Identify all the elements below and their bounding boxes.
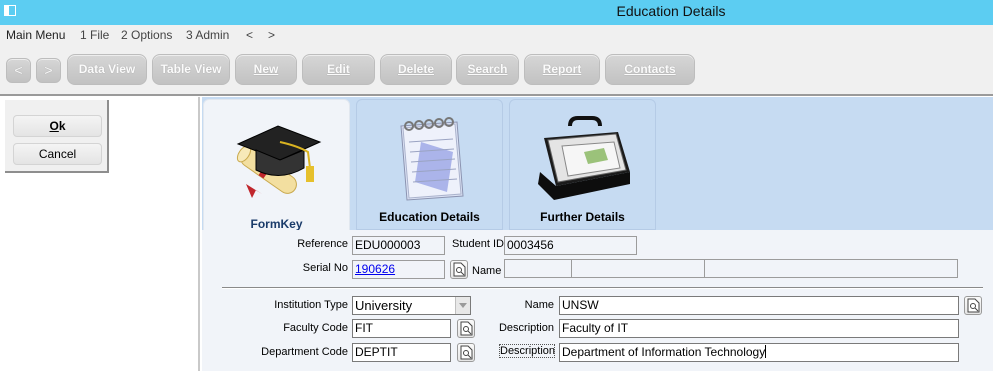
cancel-button[interactable]: Cancel (13, 143, 102, 165)
next-record-button[interactable]: > (36, 58, 61, 83)
faculty-description-label: Description (498, 322, 554, 334)
name-label: Name (472, 265, 502, 277)
menu-admin[interactable]: 3 Admin (186, 28, 229, 42)
prev-record-button[interactable]: < (6, 58, 31, 83)
department-code-field[interactable]: DEPTIT (352, 343, 451, 362)
window-title: Education Details (616, 3, 726, 19)
notepad-icon (400, 117, 464, 201)
chevron-down-icon[interactable] (455, 297, 470, 314)
reference-field: EDU000003 (352, 236, 445, 255)
menu-forward[interactable]: > (268, 28, 275, 42)
left-pane: Ok Cancel (0, 97, 200, 371)
report-button[interactable]: Report (524, 54, 600, 85)
department-code-label: Department Code (261, 346, 348, 358)
reference-label: Reference (297, 238, 348, 250)
search-button[interactable]: Search (456, 54, 519, 85)
faculty-code-label: Faculty Code (283, 322, 348, 334)
institution-lookup-button[interactable] (964, 296, 982, 315)
text-caret (765, 345, 767, 358)
institution-type-value: University (355, 298, 413, 313)
department-description-value: Department of Information Technology (562, 345, 766, 359)
serial-lookup-button[interactable] (450, 260, 468, 279)
serial-no-link[interactable]: 190626 (355, 262, 395, 276)
name-part-1-field (504, 259, 572, 278)
department-description-label: Description (499, 344, 556, 358)
edit-button[interactable]: Edit (302, 54, 375, 85)
document-lookup-icon (453, 262, 466, 277)
menu-back[interactable]: < (246, 28, 253, 42)
main-panel: FormKey Education Details Further Detail… (202, 97, 993, 371)
menu-options[interactable]: 2 Options (121, 28, 172, 42)
contacts-button[interactable]: Contacts (605, 54, 695, 85)
institution-name-label: Name (524, 299, 554, 311)
serial-no-label: Serial No (302, 262, 348, 274)
student-id-label: Student ID (452, 238, 504, 250)
name-part-2-field (571, 259, 705, 278)
faculty-lookup-button[interactable] (457, 319, 475, 338)
name-part-3-field (704, 259, 958, 278)
department-description-field[interactable]: Department of Information Technology (559, 343, 959, 362)
graduation-cap-diploma-icon (236, 125, 322, 198)
department-lookup-button[interactable] (457, 343, 475, 362)
document-lookup-icon (460, 321, 473, 336)
table-view-button[interactable]: Table View (152, 54, 230, 85)
tab-further-details[interactable]: Further Details (509, 99, 656, 230)
menu-bar: Main Menu 1 File 2 Options 3 Admin < > (0, 25, 993, 45)
menu-main[interactable]: Main Menu (6, 28, 65, 42)
data-view-button[interactable]: Data View (67, 54, 147, 85)
delete-button[interactable]: Delete (380, 54, 452, 85)
toolbar: < > Data View Table View New Edit Delete… (0, 45, 993, 96)
tab-further-details-label: Further Details (540, 210, 625, 224)
document-lookup-icon (967, 298, 980, 313)
title-bar: Education Details (0, 0, 993, 25)
institution-type-select[interactable]: University (352, 296, 471, 315)
menu-file[interactable]: 1 File (80, 28, 109, 42)
serial-no-field: 190626 (352, 260, 445, 279)
faculty-description-field[interactable]: Faculty of IT (559, 319, 959, 338)
separator-line (222, 287, 983, 289)
briefcase-icon (538, 116, 630, 200)
faculty-code-field[interactable]: FIT (352, 319, 451, 338)
action-panel: Ok Cancel (5, 100, 109, 173)
tab-formkey[interactable]: FormKey (203, 99, 350, 234)
institution-name-field[interactable]: UNSW (559, 296, 959, 315)
new-button[interactable]: New (235, 54, 297, 85)
form-area: Reference EDU000003 Student ID 0003456 S… (202, 230, 993, 371)
tab-formkey-label: FormKey (250, 217, 303, 231)
tab-education-details[interactable]: Education Details (356, 99, 503, 230)
institution-type-label: Institution Type (274, 299, 348, 311)
tab-education-details-label: Education Details (379, 210, 480, 224)
student-id-field: 0003456 (504, 236, 637, 255)
ok-button[interactable]: Ok (13, 115, 102, 137)
document-lookup-icon (460, 345, 473, 360)
